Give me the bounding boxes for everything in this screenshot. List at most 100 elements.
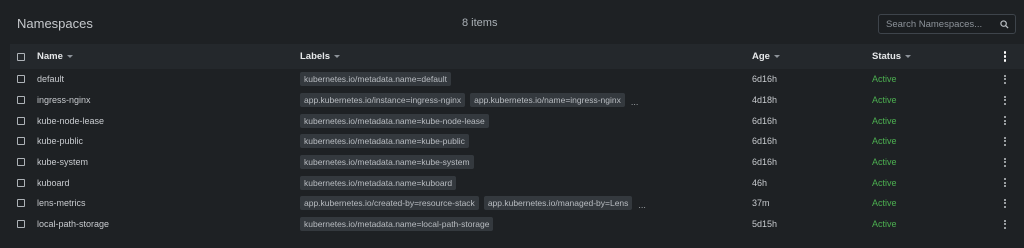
row-select-cell[interactable] bbox=[17, 90, 25, 111]
status-badge: Active bbox=[872, 95, 897, 106]
table-row[interactable]: local-path-storage kubernetes.io/metadat… bbox=[10, 214, 1024, 235]
row-checkbox[interactable] bbox=[17, 137, 25, 146]
label-chip: kubernetes.io/metadata.name=kuboard bbox=[300, 175, 457, 190]
namespace-age: 37m bbox=[752, 198, 770, 209]
namespace-age: 6d16h bbox=[752, 157, 778, 168]
sort-arrow-icon bbox=[905, 55, 912, 58]
page-title: Namespaces bbox=[17, 16, 93, 31]
row-checkbox[interactable] bbox=[17, 220, 25, 229]
row-menu-button[interactable] bbox=[998, 131, 1012, 152]
status-badge: Active bbox=[872, 74, 897, 85]
row-checkbox[interactable] bbox=[17, 178, 25, 187]
namespace-age: 6d16h bbox=[752, 115, 778, 126]
sort-arrow-icon bbox=[334, 55, 341, 58]
kebab-menu-icon[interactable] bbox=[1004, 178, 1006, 188]
row-select-cell[interactable] bbox=[17, 152, 25, 173]
status-badge: Active bbox=[872, 136, 897, 147]
row-menu-button[interactable] bbox=[998, 193, 1012, 214]
column-header-status[interactable]: Status bbox=[872, 44, 912, 69]
namespace-name: default bbox=[37, 74, 65, 85]
kebab-menu-icon[interactable] bbox=[1004, 74, 1006, 84]
kebab-menu-icon[interactable] bbox=[1004, 198, 1006, 208]
sort-arrow-icon bbox=[773, 55, 780, 58]
namespace-age: 4d18h bbox=[752, 95, 778, 106]
row-menu-button[interactable] bbox=[998, 214, 1012, 235]
label-chip: kubernetes.io/metadata.name=kube-public bbox=[300, 134, 469, 149]
label-chip: app.kubernetes.io/instance=ingress-nginx bbox=[300, 93, 466, 108]
table-row[interactable]: kube-node-lease kubernetes.io/metadata.n… bbox=[10, 110, 1024, 131]
items-count: 8 items bbox=[462, 17, 498, 29]
namespace-labels: app.kubernetes.io/created-by=resource-st… bbox=[300, 193, 646, 214]
kebab-menu-icon[interactable] bbox=[1004, 219, 1006, 229]
namespace-labels: kubernetes.io/metadata.name=default bbox=[300, 69, 456, 90]
row-menu-button[interactable] bbox=[998, 69, 1012, 90]
label-chip: app.kubernetes.io/managed-by=Lens bbox=[483, 196, 633, 211]
search-icon[interactable] bbox=[997, 17, 1011, 31]
namespace-age: 5d15h bbox=[752, 219, 778, 230]
row-checkbox[interactable] bbox=[17, 199, 25, 208]
label-chip: app.kubernetes.io/created-by=resource-st… bbox=[300, 196, 479, 211]
row-select-cell[interactable] bbox=[17, 69, 25, 90]
namespaces-table: Name Labels Age Status default kubernete… bbox=[10, 44, 1024, 235]
table-body: default kubernetes.io/metadata.name=defa… bbox=[10, 69, 1024, 235]
namespace-name: ingress-nginx bbox=[37, 95, 91, 106]
namespace-age: 6d16h bbox=[752, 74, 778, 85]
status-badge: Active bbox=[872, 198, 897, 209]
row-select-cell[interactable] bbox=[17, 214, 25, 235]
namespace-name: lens-metrics bbox=[37, 198, 86, 209]
row-select-cell[interactable] bbox=[17, 110, 25, 131]
table-header: Name Labels Age Status bbox=[10, 44, 1024, 69]
status-badge: Active bbox=[872, 177, 897, 188]
row-checkbox[interactable] bbox=[17, 158, 25, 167]
namespace-name: kube-node-lease bbox=[37, 115, 105, 126]
row-checkbox[interactable] bbox=[17, 116, 25, 125]
more-labels-indicator[interactable]: ... bbox=[638, 200, 646, 210]
column-header-age[interactable]: Age bbox=[752, 44, 780, 69]
column-status-label: Status bbox=[872, 51, 902, 62]
table-row[interactable]: lens-metrics app.kubernetes.io/created-b… bbox=[10, 193, 1024, 214]
namespace-labels: kubernetes.io/metadata.name=kube-system bbox=[300, 152, 479, 173]
select-all-checkbox[interactable] bbox=[17, 52, 25, 61]
row-menu-button[interactable] bbox=[998, 152, 1012, 173]
columns-menu-button[interactable] bbox=[998, 44, 1012, 69]
column-header-labels[interactable]: Labels bbox=[300, 44, 341, 69]
kebab-menu-icon[interactable] bbox=[1004, 95, 1006, 105]
row-checkbox[interactable] bbox=[17, 75, 25, 84]
column-age-label: Age bbox=[752, 51, 770, 62]
kebab-menu-icon[interactable] bbox=[1004, 157, 1006, 167]
namespace-name: kube-public bbox=[37, 136, 84, 147]
namespace-age: 46h bbox=[752, 177, 768, 188]
kebab-menu-icon[interactable] bbox=[1003, 51, 1007, 62]
kebab-menu-icon[interactable] bbox=[1004, 116, 1006, 126]
kebab-menu-icon[interactable] bbox=[1004, 136, 1006, 146]
label-chip: kubernetes.io/metadata.name=local-path-s… bbox=[300, 217, 494, 232]
more-labels-indicator[interactable]: ... bbox=[631, 97, 639, 107]
row-select-cell[interactable] bbox=[17, 131, 25, 152]
search-input[interactable] bbox=[879, 18, 997, 30]
row-select-cell[interactable] bbox=[17, 172, 25, 193]
namespaces-page: Namespaces 8 items Name Labels bbox=[0, 0, 1024, 248]
search-box[interactable] bbox=[878, 14, 1016, 34]
select-all-cell[interactable] bbox=[17, 44, 25, 69]
namespace-labels: kubernetes.io/metadata.name=kube-public bbox=[300, 131, 474, 152]
label-chip: kubernetes.io/metadata.name=kube-system bbox=[300, 155, 474, 170]
namespace-labels: kubernetes.io/metadata.name=kube-node-le… bbox=[300, 110, 494, 131]
row-menu-button[interactable] bbox=[998, 172, 1012, 193]
row-menu-button[interactable] bbox=[998, 110, 1012, 131]
sort-arrow-icon bbox=[66, 55, 73, 58]
label-chip: app.kubernetes.io/name=ingress-nginx bbox=[470, 93, 625, 108]
status-badge: Active bbox=[872, 219, 897, 230]
table-row[interactable]: kuboard kubernetes.io/metadata.name=kubo… bbox=[10, 172, 1024, 193]
table-row[interactable]: ingress-nginx app.kubernetes.io/instance… bbox=[10, 90, 1024, 111]
row-select-cell[interactable] bbox=[17, 193, 25, 214]
column-header-name[interactable]: Name bbox=[37, 44, 73, 69]
namespace-labels: app.kubernetes.io/instance=ingress-nginx… bbox=[300, 90, 638, 111]
row-checkbox[interactable] bbox=[17, 96, 25, 105]
namespace-name: kube-system bbox=[37, 157, 89, 168]
row-menu-button[interactable] bbox=[998, 90, 1012, 111]
column-labels-label: Labels bbox=[300, 51, 331, 62]
table-row[interactable]: kube-system kubernetes.io/metadata.name=… bbox=[10, 152, 1024, 173]
namespace-age: 6d16h bbox=[752, 136, 778, 147]
table-row[interactable]: default kubernetes.io/metadata.name=defa… bbox=[10, 69, 1024, 90]
table-row[interactable]: kube-public kubernetes.io/metadata.name=… bbox=[10, 131, 1024, 152]
